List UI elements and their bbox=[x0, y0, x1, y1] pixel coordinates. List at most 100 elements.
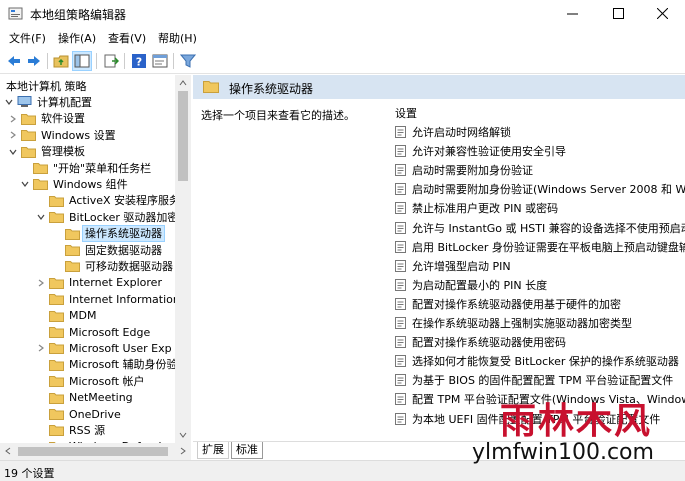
properties-button[interactable] bbox=[151, 52, 169, 70]
tree-scroll-thumb[interactable] bbox=[178, 91, 188, 181]
expander-closed[interactable] bbox=[8, 114, 17, 123]
tree-item[interactable]: 软件设置 bbox=[8, 111, 87, 127]
chevron-right-icon bbox=[38, 279, 44, 287]
help-button[interactable]: ? bbox=[130, 52, 148, 70]
tree-item[interactable]: 本地计算机 策略 bbox=[4, 78, 89, 94]
tree-item-label: Windows 设置 bbox=[41, 128, 116, 142]
folder-icon bbox=[33, 179, 48, 191]
maximize-button[interactable] bbox=[596, 0, 641, 27]
tree-item-label: 操作系统驱动器 bbox=[82, 225, 165, 243]
toolbar-separator bbox=[124, 53, 125, 69]
setting-row[interactable]: 允许增强型启动 PIN bbox=[395, 258, 511, 274]
policy-setting-icon bbox=[395, 393, 406, 406]
setting-label: 启用 BitLocker 身份验证需要在平板电脑上预启动键盘输入 bbox=[412, 240, 685, 254]
tree-item[interactable]: 操作系统驱动器 bbox=[52, 225, 165, 243]
menu-help[interactable]: 帮助(H) bbox=[158, 30, 197, 46]
setting-row[interactable]: 为基于 BIOS 的固件配置配置 TPM 平台验证配置文件 bbox=[395, 372, 673, 388]
tree-item[interactable]: Microsoft User Exp bbox=[36, 340, 174, 356]
tab-standard[interactable]: 标准 bbox=[231, 442, 263, 459]
tree-item[interactable]: "开始"菜单和任务栏 bbox=[20, 160, 153, 176]
show-hide-tree-button[interactable] bbox=[72, 51, 92, 71]
forward-button[interactable] bbox=[25, 52, 43, 70]
policy-setting-icon bbox=[395, 183, 406, 196]
description-panel: 选择一个项目来查看它的描述。 bbox=[193, 99, 381, 439]
back-button[interactable] bbox=[5, 52, 23, 70]
policy-setting-icon bbox=[395, 221, 406, 234]
tree-item[interactable]: Internet Information bbox=[36, 291, 182, 307]
tree-item[interactable]: 管理模板 bbox=[8, 144, 87, 160]
setting-row[interactable]: 配置对操作系统驱动器使用基于硬件的加密 bbox=[395, 296, 621, 312]
tree-item[interactable]: 计算机配置 bbox=[4, 94, 94, 110]
tree-vertical-scrollbar[interactable] bbox=[175, 75, 191, 443]
menu-view[interactable]: 查看(V) bbox=[108, 30, 146, 46]
menu-file[interactable]: 文件(F) bbox=[9, 30, 46, 46]
setting-row[interactable]: 禁止标准用户更改 PIN 或密码 bbox=[395, 200, 558, 216]
filter-button[interactable] bbox=[179, 52, 197, 70]
export-list-button[interactable] bbox=[102, 52, 120, 70]
tree-item-label: Windows 组件 bbox=[53, 177, 128, 191]
tree-item[interactable]: 固定数据驱动器 bbox=[52, 242, 164, 258]
tree-hscroll-thumb[interactable] bbox=[18, 447, 168, 456]
expander-open[interactable] bbox=[8, 147, 17, 156]
scroll-up-arrow[interactable] bbox=[175, 75, 191, 91]
tree-item[interactable]: 可移动数据驱动器 bbox=[52, 258, 175, 274]
expander-closed[interactable] bbox=[36, 344, 45, 353]
tree-item[interactable]: Windows 设置 bbox=[8, 127, 118, 143]
tab-extended[interactable]: 扩展 bbox=[197, 442, 229, 459]
menu-action[interactable]: 操作(A) bbox=[58, 30, 96, 46]
setting-label: 允许对兼容性验证使用安全引导 bbox=[412, 145, 566, 159]
tree-item-label: 可移动数据驱动器 bbox=[85, 259, 173, 273]
status-text: 19 个设置 bbox=[4, 467, 55, 480]
column-header-setting[interactable]: 设置 bbox=[395, 105, 417, 121]
setting-row[interactable]: 允许对兼容性验证使用安全引导 bbox=[395, 143, 566, 159]
tree-item[interactable]: Microsoft 辅助身份验 bbox=[36, 357, 180, 373]
tree-item[interactable]: Internet Explorer bbox=[36, 275, 164, 291]
setting-row[interactable]: 在操作系统驱动器上强制实施驱动器加密类型 bbox=[395, 315, 632, 331]
computer-icon bbox=[17, 96, 32, 108]
setting-row[interactable]: 为启动配置最小的 PIN 长度 bbox=[395, 277, 547, 293]
tree-horizontal-scrollbar[interactable] bbox=[0, 443, 191, 460]
tree-item[interactable]: MDM bbox=[36, 308, 98, 324]
up-folder-button[interactable] bbox=[52, 52, 70, 70]
tree-item[interactable]: NetMeeting bbox=[36, 390, 135, 406]
tree-item[interactable]: RSS 源 bbox=[36, 422, 107, 438]
scroll-left-arrow[interactable] bbox=[0, 443, 16, 459]
setting-row[interactable]: 允许启动时网络解锁 bbox=[395, 124, 511, 140]
expander-closed[interactable] bbox=[8, 131, 17, 140]
tree-item[interactable]: OneDrive bbox=[36, 406, 123, 422]
minimize-button[interactable] bbox=[550, 0, 595, 27]
forward-icon bbox=[28, 56, 40, 66]
scroll-right-arrow[interactable] bbox=[175, 443, 191, 459]
tree-item-label: Internet Information bbox=[69, 292, 180, 306]
expander-open[interactable] bbox=[36, 213, 45, 222]
setting-row[interactable]: 启动时需要附加身份验证(Windows Server 2008 和 Window… bbox=[395, 181, 685, 197]
policy-tree[interactable]: 本地计算机 策略 计算机配置 软件设置 Windows 设置管理模板 "开始"菜单和任务… bbox=[0, 75, 191, 460]
folder-icon bbox=[49, 409, 64, 420]
chevron-right-icon bbox=[38, 344, 44, 352]
tree-item-label: Microsoft Edge bbox=[69, 325, 151, 339]
details-header: 操作系统驱动器 bbox=[193, 75, 685, 99]
folder-icon bbox=[33, 163, 48, 174]
expander-open[interactable] bbox=[4, 98, 13, 107]
tree-item[interactable]: Microsoft Edge bbox=[36, 324, 152, 340]
tree-item[interactable]: Windows 组件 bbox=[20, 176, 130, 192]
details-header-title: 操作系统驱动器 bbox=[229, 82, 314, 96]
close-button[interactable] bbox=[640, 0, 685, 27]
chevron-up-icon bbox=[179, 80, 187, 86]
setting-row[interactable]: 配置对操作系统驱动器使用密码 bbox=[395, 334, 566, 350]
tree-item[interactable]: ActiveX 安装程序服务 bbox=[36, 193, 182, 209]
close-icon bbox=[657, 8, 668, 19]
setting-row[interactable]: 允许与 InstantGo 或 HSTI 兼容的设备选择不使用预启动 PIN bbox=[395, 220, 685, 236]
minimize-icon bbox=[567, 13, 578, 15]
setting-row[interactable]: 启用 BitLocker 身份验证需要在平板电脑上预启动键盘输入 bbox=[395, 239, 685, 255]
tree-item[interactable]: BitLocker 驱动器加密 bbox=[36, 209, 180, 225]
tree-item[interactable]: Microsoft 帐户 bbox=[36, 373, 147, 389]
setting-row[interactable]: 选择如何才能恢复受 BitLocker 保护的操作系统驱动器 bbox=[395, 353, 679, 369]
description-text: 选择一个项目来查看它的描述。 bbox=[201, 109, 355, 122]
policy-setting-icon bbox=[395, 259, 406, 272]
scroll-down-arrow[interactable] bbox=[175, 427, 191, 443]
setting-row[interactable]: 启动时需要附加身份验证 bbox=[395, 162, 533, 178]
setting-label: 允许与 InstantGo 或 HSTI 兼容的设备选择不使用预启动 PIN bbox=[412, 221, 685, 235]
expander-open[interactable] bbox=[20, 180, 29, 189]
expander-closed[interactable] bbox=[36, 278, 45, 287]
